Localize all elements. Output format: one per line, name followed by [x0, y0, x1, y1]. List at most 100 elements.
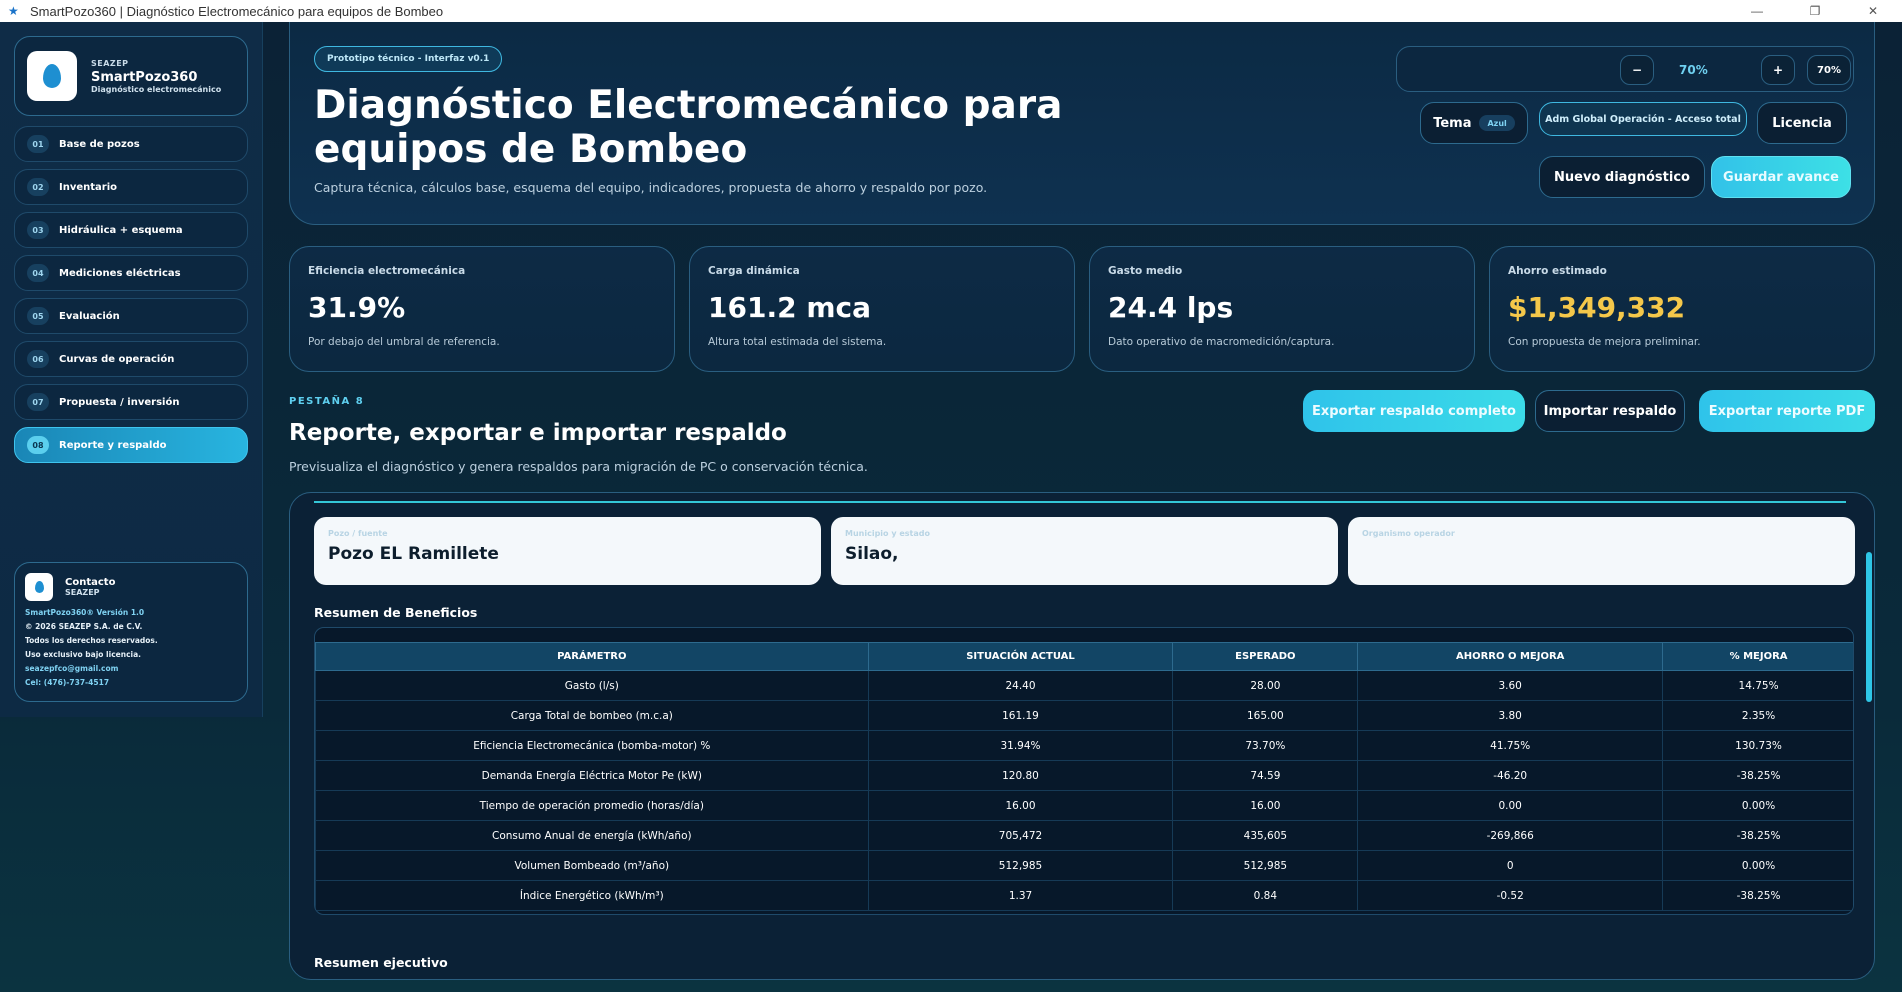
table-cell: 16.00: [1172, 790, 1359, 821]
zoom-select[interactable]: 70%: [1807, 55, 1851, 85]
prototype-badge: Prototipo técnico - Interfaz v0.1: [314, 46, 503, 72]
field-label: Organismo operador: [1362, 529, 1455, 538]
export-pdf-button[interactable]: Exportar reporte PDF: [1699, 390, 1875, 432]
sidebar: SEAZEP SmartPozo360 Diagnóstico electrom…: [0, 22, 263, 717]
table-cell: 435,605: [1172, 820, 1359, 851]
sidebar-item-mediciones-electricas[interactable]: 04 Mediciones eléctricas: [14, 255, 248, 291]
zoom-out-button[interactable]: −: [1620, 55, 1654, 85]
table-cell: -38.25%: [1662, 820, 1853, 851]
nav-number: 01: [27, 135, 49, 153]
import-backup-button[interactable]: Importar respaldo: [1535, 390, 1685, 432]
table-row: Volumen Bombeado (m³/año) 512,985 512,98…: [315, 850, 1853, 881]
nav-number: 04: [27, 264, 49, 282]
zoom-in-button[interactable]: +: [1761, 55, 1795, 85]
well-field[interactable]: Pozo / fuente Pozo EL Ramillete: [314, 517, 821, 585]
scrollbar-thumb[interactable]: [1866, 552, 1872, 702]
kpi-note: Por debajo del umbral de referencia.: [308, 336, 500, 348]
maximize-button[interactable]: ❐: [1786, 0, 1844, 22]
table-cell: Volumen Bombeado (m³/año): [315, 850, 869, 881]
column-header: SITUACIÓN ACTUAL: [867, 642, 1174, 671]
user-role-badge: Adm Global Operación - Acceso total: [1539, 102, 1747, 136]
nav-label: Hidráulica + esquema: [59, 224, 183, 236]
theme-button[interactable]: Tema Azul: [1420, 102, 1528, 144]
brand-subtitle: Diagnóstico electromecánico: [91, 84, 222, 94]
report-panel: Pozo / fuente Pozo EL Ramillete Municipi…: [289, 492, 1875, 980]
kpi-cards: Eficiencia electromecánica 31.9% Por deb…: [289, 246, 1875, 372]
page-subtitle: Captura técnica, cálculos base, esquema …: [314, 180, 988, 195]
kpi-value: 31.9%: [308, 291, 406, 324]
table-cell: 31.94%: [867, 730, 1174, 761]
kpi-efficiency: Eficiencia electromecánica 31.9% Por deb…: [289, 246, 675, 372]
theme-value-chip: Azul: [1479, 115, 1515, 131]
zoom-level: 70%: [1679, 63, 1708, 77]
table-cell: 24.40: [867, 670, 1174, 701]
table-cell: -46.20: [1357, 760, 1664, 791]
close-button[interactable]: ✕: [1844, 0, 1902, 22]
table-cell: 130.73%: [1662, 730, 1853, 761]
sidebar-item-evaluacion[interactable]: 05 Evaluación: [14, 298, 248, 334]
nav-label: Base de pozos: [59, 138, 140, 150]
table-cell: 41.75%: [1357, 730, 1664, 761]
table-cell: Gasto (l/s): [315, 670, 869, 701]
field-label: Municipio y estado: [845, 529, 930, 538]
kpi-value: $1,349,332: [1508, 291, 1686, 324]
sidebar-item-reporte-y-respaldo[interactable]: 08 Reporte y respaldo: [14, 427, 248, 463]
minimize-button[interactable]: —: [1728, 0, 1786, 22]
divider: [314, 501, 1846, 503]
table-row: Eficiencia Electromecánica (bomba-motor)…: [315, 730, 1853, 761]
rights-text: Todos los derechos reservados.: [25, 636, 158, 645]
sidebar-nav: 01 Base de pozos 02 Inventario 03 Hidráu…: [14, 126, 248, 470]
nav-label: Inventario: [59, 181, 118, 193]
table-cell: 28.00: [1172, 670, 1359, 701]
nav-label: Evaluación: [59, 310, 120, 322]
table-cell: 512,985: [867, 850, 1174, 881]
table-cell: 3.60: [1357, 670, 1664, 701]
executive-summary-title: Resumen ejecutivo: [314, 955, 448, 970]
nav-number: 07: [27, 393, 49, 411]
contact-logo: [25, 573, 53, 601]
table-cell: 0.00: [1357, 790, 1664, 821]
zoom-control: − 70% + 70%: [1396, 46, 1854, 92]
app-area: SEAZEP SmartPozo360 Diagnóstico electrom…: [0, 22, 1902, 992]
sidebar-item-curvas-de-operacion[interactable]: 06 Curvas de operación: [14, 341, 248, 377]
table-cell: 0.84: [1172, 880, 1359, 911]
column-header: AHORRO O MEJORA: [1357, 642, 1664, 671]
municipality-field[interactable]: Municipio y estado Silao,: [831, 517, 1338, 585]
new-diagnostic-button[interactable]: Nuevo diagnóstico: [1539, 156, 1705, 198]
kpi-label: Carga dinámica: [708, 265, 800, 277]
table-cell: Carga Total de bombeo (m.c.a): [315, 700, 869, 731]
table-cell: 3.80: [1357, 700, 1664, 731]
nav-number: 03: [27, 221, 49, 239]
table-cell: 161.19: [867, 700, 1174, 731]
logo: [27, 51, 77, 101]
brand-name: SmartPozo360: [91, 69, 198, 85]
table-cell: 73.70%: [1172, 730, 1359, 761]
table-cell: 0.00%: [1662, 790, 1853, 821]
license-button[interactable]: Licencia: [1757, 102, 1847, 144]
table-cell: 0: [1357, 850, 1664, 881]
contact-email-link[interactable]: seazepfco@gmail.com: [25, 663, 237, 674]
contact-title: Contacto: [65, 577, 116, 588]
operator-field[interactable]: Organismo operador: [1348, 517, 1855, 585]
contact-card: Contacto SEAZEP SmartPozo360® Versión 1.…: [14, 562, 248, 702]
nav-label: Curvas de operación: [59, 353, 175, 365]
table-cell: Tiempo de operación promedio (horas/día): [315, 790, 869, 821]
window-title: SmartPozo360 | Diagnóstico Electromecáni…: [30, 3, 444, 19]
table-header-row: PARÁMETRO SITUACIÓN ACTUAL ESPERADO AHOR…: [315, 642, 1853, 671]
page-title: Diagnóstico Electromecánico para equipos…: [314, 83, 1063, 172]
field-value: Silao,: [845, 544, 899, 564]
sidebar-item-inventario[interactable]: 02 Inventario: [14, 169, 248, 205]
table-cell: -38.25%: [1662, 880, 1853, 911]
save-progress-button[interactable]: Guardar avance: [1711, 156, 1851, 198]
table-cell: 0.00%: [1662, 850, 1853, 881]
table-cell: -269,866: [1357, 820, 1664, 851]
export-full-backup-button[interactable]: Exportar respaldo completo: [1303, 390, 1525, 432]
sidebar-item-hidraulica[interactable]: 03 Hidráulica + esquema: [14, 212, 248, 248]
water-drop-icon: [34, 581, 44, 593]
table-cell: Demanda Energía Eléctrica Motor Pe (kW): [315, 760, 869, 791]
sidebar-item-base-de-pozos[interactable]: 01 Base de pozos: [14, 126, 248, 162]
app-icon: ★: [8, 4, 19, 18]
kpi-flow: Gasto medio 24.4 lps Dato operativo de m…: [1089, 246, 1475, 372]
sidebar-item-propuesta-inversion[interactable]: 07 Propuesta / inversión: [14, 384, 248, 420]
nav-label: Propuesta / inversión: [59, 396, 180, 408]
